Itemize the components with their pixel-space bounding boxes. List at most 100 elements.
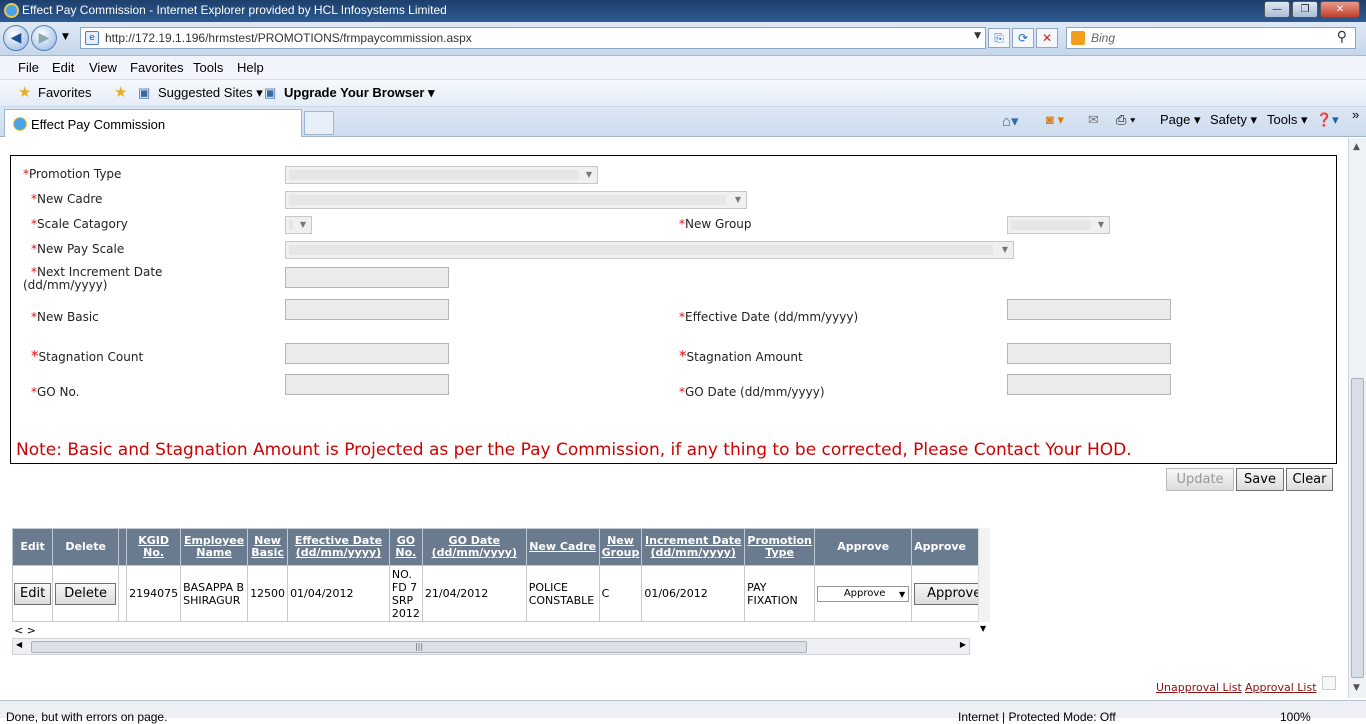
grid-pager[interactable]: < > <box>14 624 36 637</box>
go-date-input[interactable] <box>1007 374 1171 395</box>
menu-favorites[interactable]: Favorites <box>130 60 183 75</box>
header-go-no[interactable]: GO No. <box>388 528 423 566</box>
update-button[interactable]: Update <box>1166 468 1234 491</box>
header-go-date[interactable]: GO Date (dd/mm/yyyy) <box>421 528 527 566</box>
save-button[interactable]: Save <box>1236 468 1284 491</box>
cell-new-cadre: POLICE CONSTABLE <box>525 565 600 622</box>
stagnation-count-input[interactable] <box>285 343 449 364</box>
new-group-select[interactable]: ▼ <box>1007 216 1110 234</box>
promotion-type-select[interactable]: ▼ <box>285 166 598 184</box>
url-text: http://172.19.1.196/hrmstest/PROMOTIONS/… <box>105 31 472 45</box>
add-favorites-icon[interactable]: ★ <box>114 83 127 101</box>
chevron-down-icon: ▼ <box>1001 245 1008 254</box>
stagnation-amount-input[interactable] <box>1007 343 1171 364</box>
row-edit-button[interactable]: Edit <box>14 582 52 605</box>
page-icon: e <box>85 31 99 45</box>
address-bar: ◀ ▶ ▼ e http://172.19.1.196/hrmstest/PRO… <box>0 22 1366 56</box>
grid-scroll-down-icon[interactable]: ▼ <box>980 624 986 633</box>
approve-select[interactable]: Approve ▼ <box>817 585 910 602</box>
promotions-grid: Edit Delete KGID No. Employee Name New B… <box>12 528 990 622</box>
grid-header-row: Edit Delete KGID No. Employee Name New B… <box>12 528 990 566</box>
approve-select-value: Approve <box>843 587 886 599</box>
row-delete-button[interactable]: Delete <box>55 582 117 605</box>
menu-edit[interactable]: Edit <box>52 60 74 75</box>
print-icon[interactable]: ⎙ ▾ <box>1116 112 1135 128</box>
scroll-right-icon[interactable]: ▶ <box>960 640 966 649</box>
new-basic-label: *New Basic <box>31 310 99 324</box>
forward-button[interactable]: ▶ <box>31 25 57 51</box>
tab-label: Effect Pay Commission <box>31 117 166 132</box>
new-tab-button[interactable] <box>304 111 334 135</box>
compatibility-view-icon[interactable]: ⎘ <box>988 28 1010 48</box>
scale-category-select[interactable]: ▼ <box>285 216 312 234</box>
approval-list-link[interactable]: Approval List <box>1245 681 1317 694</box>
search-field[interactable]: Bing ⚲ <box>1066 27 1356 49</box>
header-new-group[interactable]: New Group <box>598 528 643 566</box>
header-effective-date[interactable]: Effective Date (dd/mm/yyyy) <box>287 528 390 566</box>
search-icon[interactable]: ⚲ <box>1337 29 1347 45</box>
grid-horizontal-scrollbar[interactable]: ◀ ||| ▶ <box>12 638 970 655</box>
grid-vertical-scrollbar[interactable] <box>978 528 990 622</box>
stop-icon[interactable]: ✕ <box>1036 28 1058 48</box>
url-dropdown-icon[interactable]: ▼ <box>974 31 981 41</box>
stagnation-count-label: *Stagnation Count <box>31 347 144 365</box>
home-icon[interactable]: ⌂▾ <box>1002 112 1019 130</box>
header-new-basic[interactable]: New Basic <box>247 528 289 566</box>
header-new-cadre[interactable]: New Cadre <box>525 528 600 566</box>
upgrade-browser-link[interactable]: Upgrade Your Browser ▾ <box>284 85 435 101</box>
scroll-left-icon[interactable]: ◀ <box>16 640 22 649</box>
close-window-button[interactable]: ✕ <box>1320 1 1360 18</box>
security-zone: Internet | Protected Mode: Off <box>958 710 1116 724</box>
history-dropdown-icon[interactable]: ▼ <box>62 32 69 42</box>
help-icon[interactable]: ❓▾ <box>1316 112 1339 128</box>
menu-view[interactable]: View <box>89 60 117 75</box>
page-vertical-scrollbar[interactable]: ▲ ▼ <box>1348 138 1366 698</box>
zoom-level[interactable]: 100% <box>1280 710 1311 724</box>
cell-promotion-type: PAY FIXATION <box>744 565 816 622</box>
effective-date-input[interactable] <box>1007 299 1171 320</box>
cell-go-date: 21/04/2012 <box>421 565 527 622</box>
refresh-icon[interactable]: ⟳ <box>1012 28 1034 48</box>
unapproval-list-link[interactable]: Unapproval List <box>1156 681 1242 694</box>
page-content: *Promotion Type ▼ *New Cadre ▼ *Scale Ca… <box>0 138 1348 698</box>
effective-date-label: *Effective Date (dd/mm/yyyy) <box>679 310 859 324</box>
go-no-input[interactable] <box>285 374 449 395</box>
menu-tools[interactable]: Tools <box>193 60 223 75</box>
cell-new-basic: 12500 <box>247 565 289 622</box>
cell-employee-name: BASAPPA B SHIRAGUR <box>180 565 249 622</box>
header-kgid[interactable]: KGID No. <box>126 528 182 566</box>
page-scrollbar-thumb[interactable] <box>1351 378 1364 678</box>
clear-button[interactable]: Clear <box>1286 468 1333 491</box>
new-cadre-select[interactable]: ▼ <box>285 191 747 209</box>
scroll-up-icon[interactable]: ▲ <box>1353 142 1360 152</box>
header-promotion-type[interactable]: Promotion Type <box>744 528 816 566</box>
next-increment-date-input[interactable] <box>285 267 449 288</box>
header-increment-date[interactable]: Increment Date (dd/mm/yyyy) <box>641 528 746 566</box>
menu-file[interactable]: File <box>18 60 39 75</box>
tab-effect-pay-commission[interactable]: Effect Pay Commission <box>4 109 302 137</box>
mail-icon[interactable]: ✉ <box>1088 112 1099 128</box>
maximize-button[interactable]: ❐ <box>1292 1 1318 18</box>
new-pay-scale-select[interactable]: ▼ <box>285 241 1014 259</box>
cell-effective-date: 01/04/2012 <box>287 565 390 622</box>
feeds-icon[interactable]: ◙ ▾ <box>1046 112 1064 128</box>
url-field[interactable]: e http://172.19.1.196/hrmstest/PROMOTION… <box>80 27 986 49</box>
chevron-down-icon: ▼ <box>1097 220 1104 229</box>
safety-menu[interactable]: Safety ▾ <box>1210 112 1257 128</box>
cell-new-group: C <box>598 565 643 622</box>
page-menu[interactable]: Page ▾ <box>1160 112 1201 128</box>
favorites-button[interactable]: Favorites <box>38 85 91 100</box>
tab-page-icon <box>13 117 27 131</box>
scrollbar-thumb[interactable]: ||| <box>31 641 807 653</box>
header-employee-name[interactable]: Employee Name <box>180 528 249 566</box>
back-button[interactable]: ◀ <box>3 25 29 51</box>
status-text: Done, but with errors on page. <box>6 710 168 724</box>
tools-menu[interactable]: Tools ▾ <box>1267 112 1308 128</box>
chevron-right-icon[interactable]: » <box>1352 107 1359 122</box>
suggested-sites-link[interactable]: Suggested Sites ▾ <box>158 85 263 101</box>
minimize-button[interactable]: — <box>1264 1 1290 18</box>
new-basic-input[interactable] <box>285 299 449 320</box>
ie-logo-icon <box>4 3 19 18</box>
menu-help[interactable]: Help <box>237 60 264 75</box>
scroll-down-icon[interactable]: ▼ <box>1353 683 1360 693</box>
